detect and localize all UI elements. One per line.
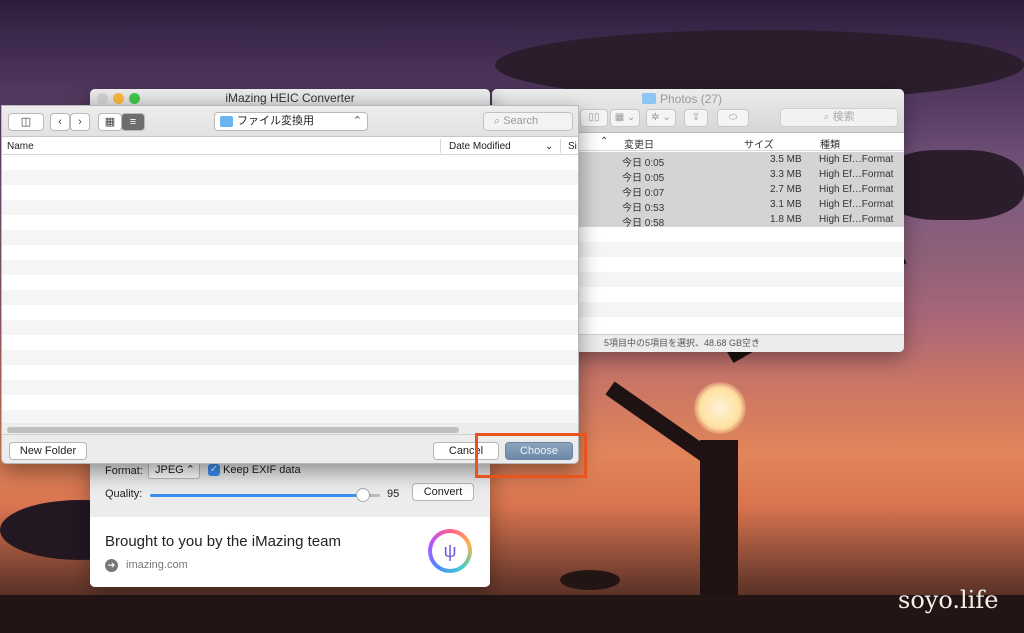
sidebar-icon: ◫ (20, 116, 32, 128)
ground (0, 595, 1024, 633)
empty-row (2, 365, 578, 380)
small-tree (560, 570, 620, 590)
highlight-annotation (475, 433, 587, 478)
empty-row (2, 290, 578, 305)
empty-row (2, 380, 578, 395)
quality-slider-knob[interactable] (356, 488, 370, 502)
finder-search-placeholder: 検索 (832, 111, 855, 123)
chevron-right-icon: › (78, 116, 82, 128)
new-folder-button[interactable]: New Folder (9, 442, 87, 460)
empty-row (2, 170, 578, 185)
search-icon: ⌕ (823, 111, 833, 123)
imazing-link[interactable]: imazing.com (126, 559, 188, 571)
quality-label: Quality: (105, 488, 143, 500)
finder-search-input[interactable]: ⌕ 検索 (780, 108, 898, 127)
empty-row (2, 260, 578, 275)
column-divider (440, 139, 441, 153)
horizontal-scrollbar[interactable] (7, 427, 459, 433)
watermark: soyo.life (898, 586, 999, 614)
imazing-title: iMazing HEIC Converter (225, 91, 355, 105)
chevron-updown-icon: ⌃ (352, 115, 362, 127)
empty-row (2, 335, 578, 350)
col-size[interactable]: Si (568, 141, 577, 152)
finder-title: Photos (27) (660, 92, 723, 106)
row-kind: High Ef…Format (819, 199, 894, 210)
format-select[interactable]: JPEG ⌃ (148, 462, 200, 479)
empty-row (2, 305, 578, 320)
col-date[interactable]: 変更日 (624, 136, 654, 151)
col-kind[interactable]: 種類 (820, 136, 840, 151)
tags-button[interactable]: ⬭ (717, 109, 749, 127)
empty-row (2, 215, 578, 230)
quality-slider-rest (370, 494, 380, 497)
usb-icon: ψ (432, 533, 468, 569)
location-popup[interactable]: ファイル変換用 ⌃ (214, 112, 368, 131)
action-gear-button[interactable]: ✲ ⌄ (646, 109, 676, 127)
sheet-column-header: Name Date Modified ⌄ Si (2, 137, 578, 155)
imazing-logo: ψ (428, 529, 472, 573)
row-size: 2.7 MB (770, 184, 802, 195)
promo-footer: Brought to you by the iMazing team ➔ ima… (90, 517, 490, 587)
view-columns-button[interactable]: ▯▯ (580, 109, 608, 127)
empty-row (2, 275, 578, 290)
row-kind: High Ef…Format (819, 184, 894, 195)
icon-view-button[interactable]: ▦ (98, 113, 122, 131)
location-label: ファイル変換用 (237, 115, 314, 127)
chevron-down-icon: ⌄ (545, 141, 554, 152)
search-icon: ⌕ (494, 115, 504, 127)
row-kind: High Ef…Format (819, 154, 894, 165)
empty-row (2, 395, 578, 410)
row-size: 3.5 MB (770, 154, 802, 165)
sort-up-icon[interactable]: ⌃ (600, 136, 608, 147)
forward-button[interactable]: › (70, 113, 90, 131)
empty-row (2, 230, 578, 245)
keep-exif-label: Keep EXIF data (223, 464, 301, 476)
open-panel-sheet: ◫ ‹ › ▦ ≡ ファイル変換用 ⌃ ⌕ Search Name Date M… (1, 105, 579, 464)
empty-row (2, 410, 578, 423)
row-kind: High Ef…Format (819, 214, 894, 225)
col-date-modified[interactable]: Date Modified (449, 141, 511, 152)
folder-icon (220, 116, 233, 127)
arrow-right-icon[interactable]: ➔ (105, 559, 118, 572)
sheet-file-list[interactable] (2, 155, 578, 423)
empty-row (2, 185, 578, 200)
arrange-button[interactable]: ▦ ⌄ (610, 109, 640, 127)
back-button[interactable]: ‹ (50, 113, 70, 131)
empty-row (2, 200, 578, 215)
chevron-left-icon: ‹ (58, 116, 62, 128)
convert-button[interactable]: Convert (412, 483, 474, 501)
column-divider (560, 139, 561, 153)
quality-slider-track[interactable] (150, 494, 378, 497)
chevron-updown-icon: ⌃ (185, 464, 195, 476)
grid-icon: ▦ (104, 116, 116, 128)
empty-row (2, 320, 578, 335)
empty-row (2, 245, 578, 260)
sidebar-toggle-button[interactable]: ◫ (8, 113, 44, 131)
empty-row (2, 155, 578, 170)
list-icon: ≡ (129, 116, 137, 128)
row-size: 1.8 MB (770, 214, 802, 225)
format-label: Format: (105, 465, 143, 477)
conversion-controls: Format: JPEG ⌃ ✓ Keep EXIF data Quality:… (90, 461, 490, 517)
format-value: JPEG (155, 464, 184, 476)
row-size: 3.1 MB (770, 199, 802, 210)
share-button[interactable]: ⇪ (684, 109, 708, 127)
row-size: 3.3 MB (770, 169, 802, 180)
sun (694, 382, 746, 434)
list-view-button[interactable]: ≡ (121, 113, 145, 131)
promo-text: Brought to you by the iMazing team (105, 533, 341, 550)
quality-value: 95 (387, 488, 400, 500)
sheet-toolbar: ◫ ‹ › ▦ ≡ ファイル変換用 ⌃ ⌕ Search (2, 106, 578, 137)
col-name[interactable]: Name (7, 141, 34, 152)
col-size[interactable]: サイズ (744, 136, 774, 151)
keep-exif-checkbox[interactable]: ✓ (208, 464, 220, 476)
empty-row (2, 350, 578, 365)
folder-icon (642, 93, 656, 104)
sheet-search-placeholder: Search (503, 115, 539, 127)
row-kind: High Ef…Format (819, 169, 894, 180)
sheet-search-input[interactable]: ⌕ Search (483, 112, 573, 131)
